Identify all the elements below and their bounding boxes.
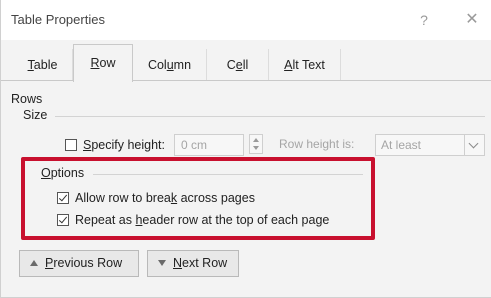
size-group-line (55, 116, 485, 117)
specify-height-checkbox[interactable] (65, 139, 77, 151)
tab-row[interactable]: Row (73, 44, 133, 82)
dialog-title: Table Properties (11, 12, 105, 27)
spin-up-icon[interactable] (253, 138, 259, 142)
row-height-rule-select[interactable]: At least (375, 134, 485, 156)
options-highlight-box (21, 157, 375, 240)
spin-down-icon[interactable] (253, 146, 259, 150)
table-properties-dialog: Table Properties ? ✕ Table Row Column Ce… (0, 0, 491, 298)
title-bar: Table Properties ? ✕ (1, 0, 491, 40)
row-height-spinner[interactable] (249, 134, 263, 154)
triangle-down-icon (158, 259, 166, 266)
chevron-down-icon[interactable] (464, 135, 484, 155)
size-heading: Size (23, 108, 48, 122)
tab-column[interactable]: Column (133, 49, 207, 81)
row-height-input[interactable]: 0 cm (174, 134, 244, 156)
help-button[interactable]: ? (411, 8, 437, 32)
tab-cell[interactable]: Cell (207, 49, 269, 81)
rows-heading: Rows (11, 92, 43, 106)
triangle-up-icon (30, 259, 38, 266)
previous-row-button[interactable]: Previous Row (19, 250, 139, 277)
row-height-rule-value: At least (381, 138, 422, 152)
tab-table[interactable]: Table (13, 49, 73, 81)
close-button[interactable]: ✕ (459, 8, 485, 32)
specify-height-label: Specify height: (83, 138, 166, 152)
next-row-button[interactable]: Next Row (147, 250, 239, 277)
tab-alt-text[interactable]: Alt Text (269, 49, 341, 81)
row-height-is-label: Row height is: (279, 137, 355, 151)
